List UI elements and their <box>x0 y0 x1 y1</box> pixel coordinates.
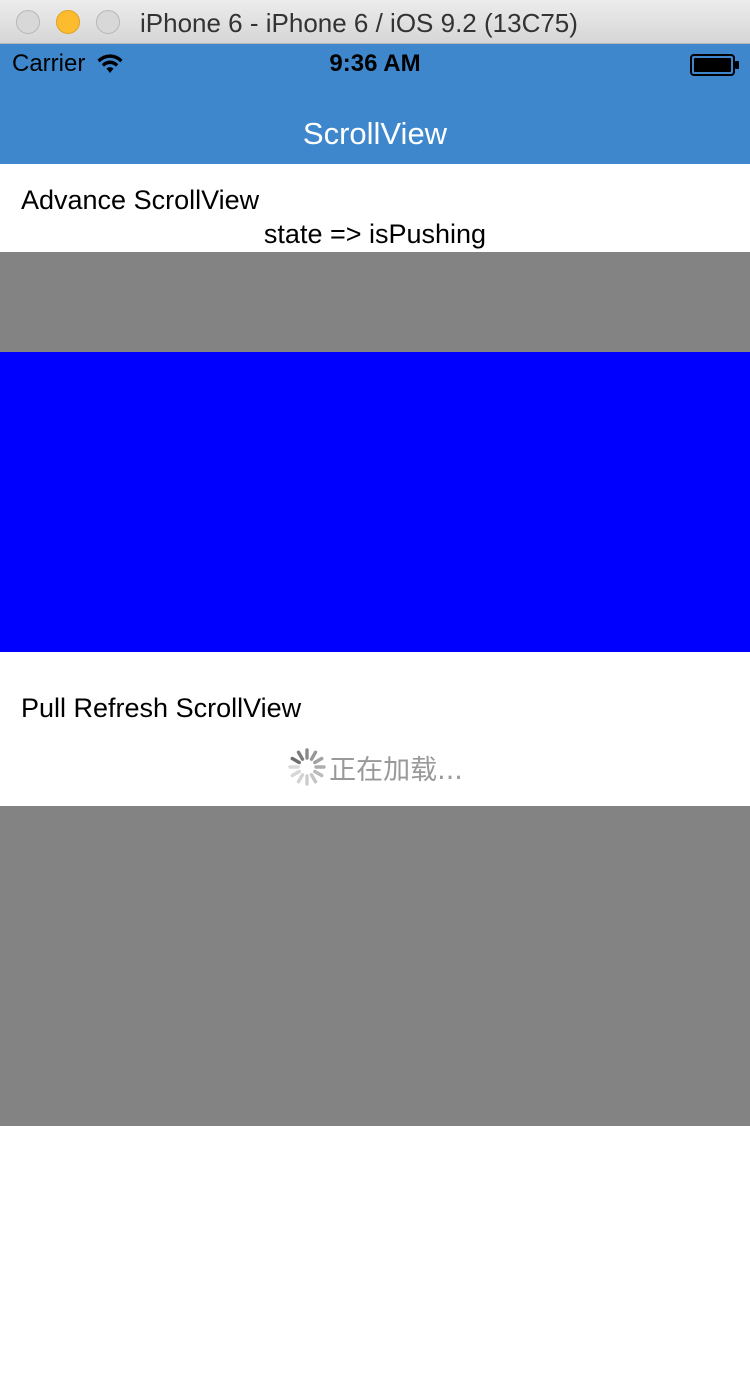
status-time: 9:36 AM <box>329 50 421 77</box>
nav-title: ScrollView <box>302 116 448 151</box>
minimize-window-button[interactable] <box>56 10 80 34</box>
close-window-button[interactable] <box>16 10 40 34</box>
spinner-icon <box>288 748 326 786</box>
simulator-titlebar: iPhone 6 - iPhone 6 / iOS 9.2 (13C75) <box>0 0 750 44</box>
battery-icon <box>690 54 739 76</box>
refresh-loading-indicator: 正在加载... <box>0 744 750 790</box>
loading-label: 正在加载... <box>329 754 463 786</box>
pull-refresh-scrollview-label: Pull Refresh ScrollView <box>21 693 302 723</box>
zoom-window-button[interactable] <box>96 10 120 34</box>
window-title: iPhone 6 - iPhone 6 / iOS 9.2 (13C75) <box>140 8 578 38</box>
pull-refresh-gray-panel[interactable] <box>0 806 750 1126</box>
navigation-bar: Carrier 9:36 AM ScrollView <box>0 44 750 164</box>
advance-scroll-gray-panel[interactable] <box>0 252 750 352</box>
state-label: state => isPushing <box>263 219 487 249</box>
advance-scroll-blue-panel[interactable] <box>0 352 750 652</box>
advance-scrollview-label: Advance ScrollView <box>21 185 260 215</box>
